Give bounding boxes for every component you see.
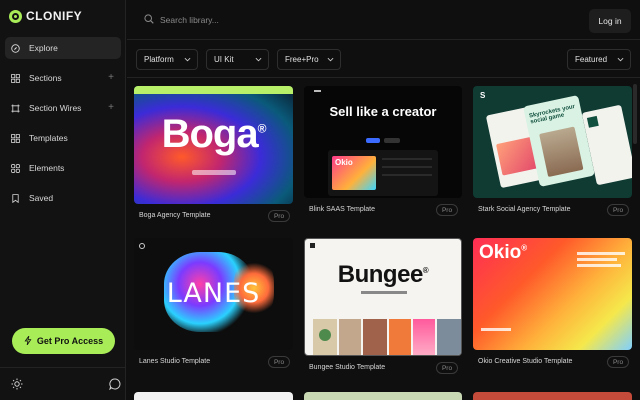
elements-icon (11, 163, 20, 173)
search-icon (144, 14, 154, 26)
wires-icon (11, 103, 20, 113)
thumbnail-dashboard: Okio (328, 150, 438, 196)
sidebar-item-explore[interactable]: Explore (5, 37, 121, 59)
brand-name: CLONIFY (26, 9, 83, 23)
chevron-down-icon (184, 57, 191, 62)
thumbnail-hero-text: Skyrockets your social game (528, 104, 576, 126)
template-title: Stark Social Agency Template (478, 206, 571, 213)
chevron-down-icon (327, 57, 334, 62)
template-thumbnail-partial[interactable] (304, 392, 462, 400)
sidebar-item-templates[interactable]: Templates (5, 127, 121, 149)
thumbnail-hero-text: Okio® (479, 242, 528, 263)
thumbnail-subline (192, 170, 236, 175)
filter-bar: Platform UI Kit Free+Pro Featured (127, 41, 640, 78)
sort-dropdown[interactable]: Featured (567, 49, 631, 70)
thumbnail-logo: S (480, 91, 486, 100)
template-title: Boga Agency Template (139, 212, 211, 219)
templates-icon (11, 133, 20, 143)
platform-label: Platform (144, 55, 174, 64)
sidebar-item-elements[interactable]: Elements (5, 157, 121, 179)
template-title: Okio Creative Studio Template (478, 358, 573, 365)
thumbnail-button (384, 138, 400, 143)
thumbnail-button (366, 138, 380, 143)
platform-dropdown[interactable]: Platform (136, 49, 198, 70)
sidebar: CLONIFY Explore Sections + Section Wires… (0, 0, 126, 400)
login-button[interactable]: Log in (589, 9, 631, 33)
sections-icon (11, 73, 20, 83)
uikit-dropdown[interactable]: UI Kit (206, 49, 269, 70)
template-thumbnail[interactable]: Sell like a creator Okio (304, 86, 462, 198)
template-title: Blink SAAS Template (309, 206, 376, 213)
brand-logo[interactable]: CLONIFY (9, 9, 82, 23)
scrollbar[interactable] (633, 84, 637, 144)
search-input[interactable]: Search library... (136, 9, 361, 31)
sidebar-item-saved[interactable]: Saved (5, 187, 121, 209)
sort-label: Featured (575, 55, 608, 64)
pricing-dropdown[interactable]: Free+Pro (277, 49, 341, 70)
template-thumbnail[interactable]: Boga® (134, 86, 293, 204)
template-thumbnail[interactable]: LANES (134, 238, 293, 350)
pro-badge: Pro (268, 356, 290, 368)
sun-icon[interactable] (11, 377, 23, 390)
sidebar-item-label: Section Wires (29, 103, 82, 113)
template-title: Lanes Studio Template (139, 358, 211, 365)
sidebar-item-section-wires[interactable]: Section Wires + (5, 97, 121, 119)
template-thumbnail[interactable]: Bungee® (304, 238, 462, 356)
chevron-down-icon (255, 57, 262, 62)
sidebar-item-label: Saved (29, 193, 54, 203)
pro-badge: Pro (436, 362, 458, 374)
bookmark-icon (11, 193, 20, 203)
chat-icon[interactable] (109, 377, 121, 391)
sidebar-item-label: Templates (29, 133, 68, 143)
thumbnail-nav (134, 86, 293, 94)
thumbnail-hero-text: Sell like a creator (329, 104, 437, 119)
pro-badge: Pro (268, 210, 290, 222)
pro-badge: Pro (607, 204, 629, 216)
sidebar-item-label: Sections (29, 73, 62, 83)
thumbnail-hero-text: Bungee® (337, 261, 429, 288)
add-icon[interactable]: + (108, 72, 114, 83)
divider (0, 367, 126, 368)
sidebar-item-label: Explore (29, 43, 58, 53)
compass-icon (11, 43, 20, 53)
pro-badge: Pro (436, 204, 458, 216)
thumbnail-hero-text: LANES (166, 278, 261, 309)
template-thumbnail[interactable]: S Skyrockets your social game (473, 86, 632, 198)
top-bar: Search library... Log in (127, 0, 640, 40)
sidebar-nav: Explore Sections + Section Wires + Templ… (5, 37, 121, 217)
uikit-label: UI Kit (214, 55, 234, 64)
chevron-down-icon (617, 57, 624, 62)
get-pro-access-label: Get Pro Access (36, 336, 104, 346)
template-thumbnail-partial[interactable] (473, 392, 632, 400)
sidebar-item-label: Elements (29, 163, 65, 173)
thumbnail-hero-text: Boga® (161, 112, 267, 156)
get-pro-access-button[interactable]: Get Pro Access (12, 328, 115, 354)
search-placeholder: Search library... (160, 15, 219, 25)
pro-badge: Pro (607, 356, 629, 368)
logo-icon (9, 9, 22, 23)
template-thumbnail[interactable]: Okio® (473, 238, 632, 350)
bolt-icon (24, 335, 32, 347)
template-title: Bungee Studio Template (309, 364, 386, 371)
pricing-label: Free+Pro (285, 55, 319, 64)
sidebar-item-sections[interactable]: Sections + (5, 67, 121, 89)
add-icon[interactable]: + (108, 102, 114, 113)
template-thumbnail-partial[interactable] (134, 392, 293, 400)
